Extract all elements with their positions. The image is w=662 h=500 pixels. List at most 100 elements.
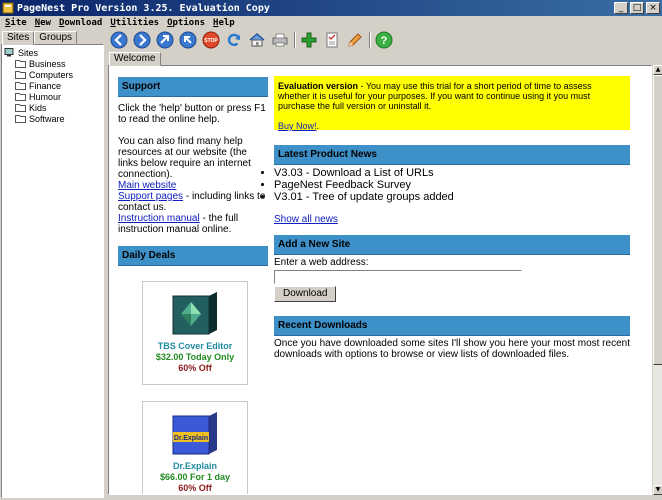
news-list: V3.03 - Download a List of URLs PageNest…: [274, 167, 630, 203]
forward-button[interactable]: [133, 31, 151, 49]
up-button[interactable]: [156, 31, 174, 49]
menu-help[interactable]: Help: [213, 18, 235, 28]
latest-news-heading: Latest Product News: [274, 145, 630, 165]
menu-utilities[interactable]: Utilities: [110, 18, 159, 28]
folder-icon: [15, 115, 26, 123]
back-icon: [110, 31, 128, 49]
daily-deals-heading: Daily Deals: [118, 246, 268, 266]
tree-label: Finance: [29, 80, 62, 91]
computer-icon: [4, 48, 14, 57]
tree-item-computers[interactable]: Computers: [4, 69, 103, 80]
menu-new[interactable]: New: [35, 18, 51, 28]
main-website-link[interactable]: Main website: [118, 180, 176, 191]
support-help-text: Click the 'help' button or press F1 to r…: [118, 103, 266, 125]
main-column: Evaluation version - You may use this tr…: [274, 76, 630, 360]
tab-welcome[interactable]: Welcome: [109, 52, 161, 66]
evaluation-title: Evaluation version: [278, 81, 359, 91]
print-button[interactable]: [271, 31, 289, 49]
deal-discount: 60% Off: [178, 483, 212, 493]
sites-tree: Sites Business Computers Finance Humour …: [1, 44, 104, 498]
tree-label: Software: [29, 113, 65, 124]
deal-card[interactable]: TBS Cover Editor $32.00 Today Only 60% O…: [142, 281, 248, 385]
news-item[interactable]: V3.03 - Download a List of URLs: [274, 167, 630, 179]
tree-label: Business: [29, 58, 66, 69]
scroll-thumb[interactable]: [653, 75, 662, 365]
menu-bar: Site New Download Utilities Options Help: [0, 16, 662, 30]
buy-now-link[interactable]: Buy Now!: [278, 121, 317, 131]
news-item[interactable]: PageNest Feedback Survey: [274, 179, 630, 191]
evaluation-notice: Evaluation version - You may use this tr…: [274, 76, 630, 131]
software-box-image: [172, 292, 217, 335]
tree-root-sites[interactable]: Sites: [4, 47, 103, 58]
help-icon: ?: [375, 31, 393, 49]
toolbar-separator: [369, 32, 371, 48]
edit-button[interactable]: [346, 31, 364, 49]
tree-label: Computers: [29, 69, 74, 80]
tree-label: Kids: [29, 102, 47, 113]
help-button[interactable]: ?: [375, 31, 393, 49]
download-button[interactable]: Download: [274, 286, 337, 302]
svg-text:?: ?: [381, 35, 388, 47]
toolbar-separator: [294, 32, 296, 48]
recent-downloads-text: Once you have downloaded some sites I'll…: [274, 338, 630, 360]
back-button[interactable]: [110, 31, 128, 49]
deal-card[interactable]: Dr.Explain Dr.Explain $66.00 For 1 day 6…: [142, 401, 248, 494]
support-heading: Support: [118, 77, 268, 97]
support-pages-link[interactable]: Support pages: [118, 191, 183, 202]
deal-product-name: TBS Cover Editor: [157, 341, 233, 351]
tree-item-software[interactable]: Software: [4, 113, 103, 124]
left-pane: Sites Groups Sites Business Computers Fi…: [0, 30, 106, 500]
tree-label: Humour: [29, 91, 62, 102]
home-button[interactable]: [248, 31, 266, 49]
maximize-button[interactable]: □: [630, 2, 644, 14]
instruction-manual-link[interactable]: Instruction manual: [118, 213, 200, 224]
tree-label: Sites: [18, 47, 39, 58]
scroll-down-button[interactable]: ▼: [653, 485, 662, 495]
add-site-icon: [301, 32, 317, 48]
folder-icon: [15, 82, 26, 90]
deal-discount: 60% Off: [178, 363, 212, 373]
scroll-up-button[interactable]: ▲: [653, 65, 662, 75]
minimize-button[interactable]: _: [614, 2, 628, 14]
folder-icon: [15, 93, 26, 101]
tree-item-business[interactable]: Business: [4, 58, 103, 69]
app-icon: [2, 2, 14, 14]
checklist-button[interactable]: [323, 31, 341, 49]
web-address-input[interactable]: [274, 270, 522, 284]
stop-label: STOP: [204, 38, 218, 44]
vertical-scrollbar[interactable]: ▲ ▼: [652, 65, 662, 495]
menu-options[interactable]: Options: [167, 18, 205, 28]
forward-icon: [133, 31, 151, 49]
menu-site[interactable]: Site: [5, 18, 27, 28]
folder-icon: [15, 104, 26, 112]
print-icon: [272, 33, 288, 47]
software-box-image: Dr.Explain: [172, 412, 217, 455]
add-site-button[interactable]: [300, 31, 318, 49]
content-tabs: Welcome: [108, 50, 662, 66]
buy-now-suffix: .: [316, 121, 320, 131]
tree-item-kids[interactable]: Kids: [4, 102, 103, 113]
deal-price: $32.00 Today Only: [155, 352, 235, 362]
news-item[interactable]: V3.01 - Tree of update groups added: [274, 191, 630, 203]
folder-icon: [15, 60, 26, 68]
tab-groups[interactable]: Groups: [34, 31, 78, 44]
stop-button[interactable]: STOP: [202, 31, 220, 49]
checklist-icon: [326, 32, 338, 48]
pencil-icon: [348, 33, 362, 47]
close-button[interactable]: ×: [646, 2, 660, 14]
welcome-page: Support Click the 'help' button or press…: [108, 65, 652, 495]
toolbar: STOP ?: [108, 30, 662, 50]
title-bar: PageNest Pro Version 3.25. Evaluation Co…: [0, 0, 662, 16]
tree-item-humour[interactable]: Humour: [4, 91, 103, 102]
web-address-label: Enter a web address:: [274, 257, 369, 268]
tree-item-finance[interactable]: Finance: [4, 80, 103, 91]
top-button[interactable]: [179, 31, 197, 49]
menu-download[interactable]: Download: [59, 18, 102, 28]
tab-sites[interactable]: Sites: [2, 31, 35, 45]
deal-price: $66.00 For 1 day: [159, 472, 231, 482]
up-icon: [156, 31, 174, 49]
refresh-icon: [227, 33, 241, 47]
home-icon: [249, 33, 265, 47]
show-all-news-link[interactable]: Show all news: [274, 214, 338, 225]
refresh-button[interactable]: [225, 31, 243, 49]
